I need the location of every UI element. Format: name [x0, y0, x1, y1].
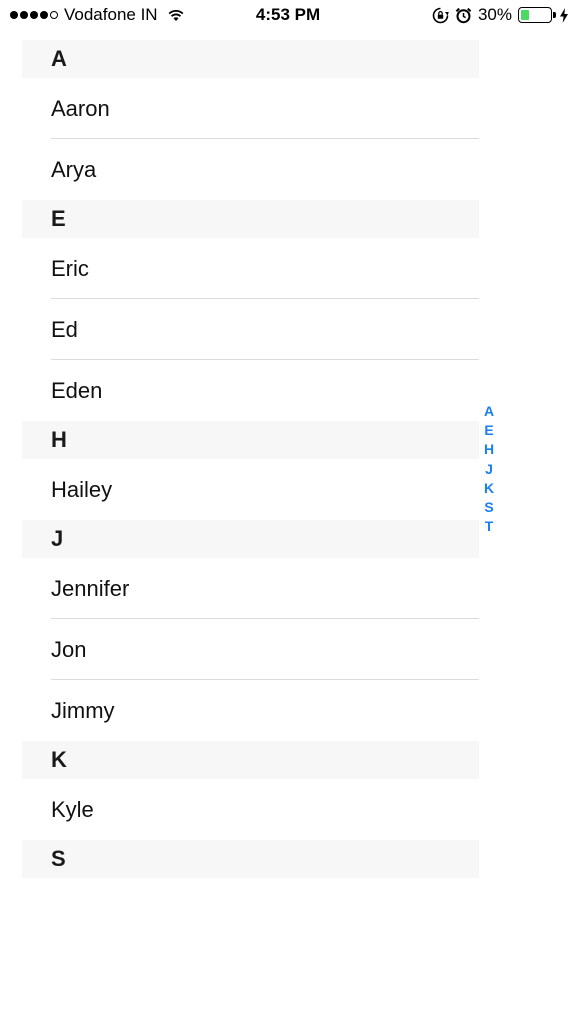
section-header-a: A	[22, 40, 479, 78]
contact-row[interactable]: Eden	[22, 360, 479, 421]
index-letter-s[interactable]: S	[484, 498, 493, 517]
battery-icon	[518, 7, 556, 23]
status-bar: Vodafone IN 4:53 PM 30%	[0, 0, 576, 30]
contact-list[interactable]: A Aaron Arya E Eric Ed Eden H Hailey J Jennifer Jon…	[22, 40, 479, 878]
contact-row[interactable]: Jennifer	[22, 558, 479, 619]
contact-row[interactable]: Jimmy	[22, 680, 479, 741]
contact-row[interactable]: Arya	[22, 139, 479, 200]
contact-row[interactable]: Ed	[22, 299, 479, 360]
contact-row[interactable]: Kyle	[22, 779, 479, 840]
section-header-k: K	[22, 741, 479, 779]
section-header-e: E	[22, 200, 479, 238]
section-header-j: J	[22, 520, 479, 558]
contact-row[interactable]: Hailey	[22, 459, 479, 520]
index-letter-e[interactable]: E	[484, 421, 493, 440]
section-index[interactable]: AEHJKST	[478, 402, 500, 536]
alarm-icon	[455, 7, 472, 23]
rotation-lock-icon	[432, 7, 449, 23]
section-header-s: S	[22, 840, 479, 878]
status-right: 30%	[432, 5, 568, 25]
section-header-h: H	[22, 421, 479, 459]
index-letter-j[interactable]: J	[485, 460, 493, 479]
index-letter-t[interactable]: T	[485, 517, 494, 536]
index-letter-h[interactable]: H	[484, 440, 494, 459]
battery-percent: 30%	[477, 5, 512, 24]
contact-row[interactable]: Jon	[22, 619, 479, 680]
index-letter-a[interactable]: A	[484, 402, 494, 421]
index-letter-k[interactable]: K	[484, 479, 494, 498]
contact-row[interactable]: Aaron	[22, 78, 479, 139]
charging-bolt-icon	[560, 7, 568, 23]
battery-level	[521, 10, 530, 20]
contact-row[interactable]: Eric	[22, 238, 479, 299]
